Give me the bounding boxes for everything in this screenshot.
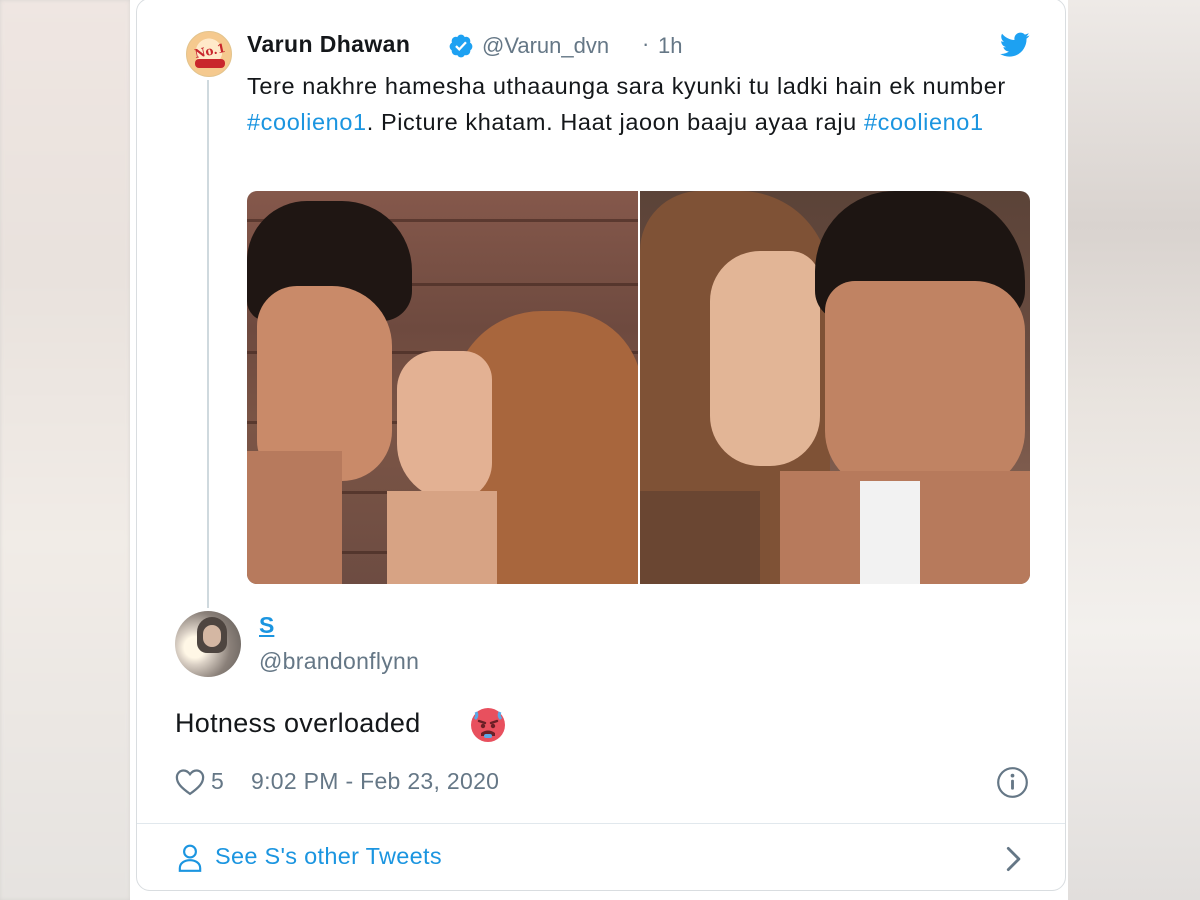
tweet-photo-2[interactable] bbox=[639, 191, 1030, 584]
tweet-time-ago[interactable]: 1h bbox=[658, 33, 682, 59]
thread-line bbox=[207, 80, 209, 608]
author-handle[interactable]: @Varun_dvn bbox=[482, 33, 609, 59]
twitter-bird-icon[interactable] bbox=[1000, 32, 1030, 58]
reply-timestamp[interactable]: 9:02 PM - Feb 23, 2020 bbox=[251, 768, 499, 795]
person-icon bbox=[178, 844, 202, 872]
hashtag-link[interactable]: #coolieno1 bbox=[864, 109, 984, 135]
hashtag-link[interactable]: #coolieno1 bbox=[247, 109, 367, 135]
reply-author-handle[interactable]: @brandonflynn bbox=[259, 648, 419, 675]
separator-dot: · bbox=[642, 31, 650, 56]
reply-author-avatar[interactable] bbox=[175, 611, 241, 677]
see-other-tweets-label[interactable]: See S's other Tweets bbox=[215, 843, 442, 870]
like-count[interactable]: 5 bbox=[211, 768, 224, 795]
tweet-photo-1[interactable] bbox=[247, 191, 638, 584]
author-avatar[interactable]: No.1 bbox=[186, 31, 232, 77]
author-name[interactable]: Varun Dhawan bbox=[247, 31, 410, 58]
tweet-media-grid bbox=[247, 191, 1030, 584]
heart-icon[interactable] bbox=[175, 768, 205, 796]
verified-badge-icon bbox=[449, 34, 473, 58]
reply-author-name[interactable]: S bbox=[259, 612, 274, 639]
reply-text: Hotness overloaded bbox=[175, 708, 421, 738]
background-left bbox=[0, 0, 130, 900]
hot-face-emoji-icon bbox=[471, 708, 505, 742]
tweet-text: Tere nakhre hamesha uthaaunga sara kyunk… bbox=[247, 73, 1006, 135]
background-right bbox=[1065, 0, 1200, 900]
info-icon[interactable] bbox=[996, 766, 1029, 799]
chevron-right-icon[interactable] bbox=[1004, 846, 1022, 872]
